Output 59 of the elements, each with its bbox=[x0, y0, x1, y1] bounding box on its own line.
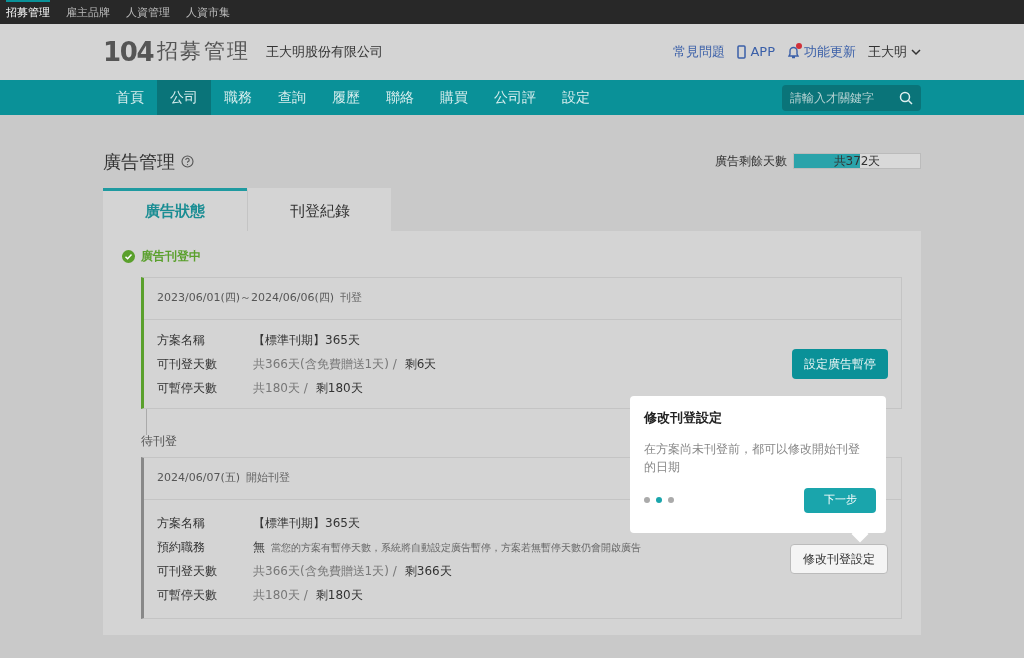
total-days: 共366天(含免費贈送1天) / bbox=[253, 355, 397, 373]
nav-tab[interactable]: 公司 bbox=[157, 80, 211, 115]
header-link[interactable]: 功能更新 bbox=[787, 42, 856, 62]
field-label: 可暫停天數 bbox=[157, 587, 218, 604]
total-days: 共180天 / bbox=[253, 586, 308, 604]
remaining-days: 剩6天 bbox=[404, 355, 437, 373]
remaining-days-label: 廣告剩餘天數 bbox=[715, 153, 787, 170]
date-range: 2023/06/01(四)～2024/06/06(四) bbox=[157, 290, 334, 307]
pause-button[interactable]: 設定廣告暫停 bbox=[792, 349, 888, 379]
section-label: 待刊登 bbox=[141, 433, 177, 450]
tooltip-title: 修改刊登設定 bbox=[644, 409, 723, 427]
status-text: 廣告刊登中 bbox=[141, 248, 201, 265]
header-link[interactable]: APP bbox=[737, 42, 775, 62]
date-note: 開始刊登 bbox=[246, 470, 290, 487]
help-icon[interactable] bbox=[181, 154, 194, 168]
hint-text: 當您的方案有暫停天數，系統將自動設定廣告暫停，方案若無暫停天數仍會開啟廣告 bbox=[271, 540, 641, 555]
company-name: 王大明股份有限公司 bbox=[265, 43, 383, 62]
search-field[interactable]: 請輸入才關鍵字 bbox=[782, 84, 921, 111]
nav-tab[interactable]: 查詢 bbox=[265, 80, 319, 115]
nav-tab[interactable]: 聯絡 bbox=[373, 80, 427, 115]
search-icon[interactable] bbox=[899, 90, 913, 105]
check-circle-icon bbox=[122, 249, 135, 263]
nav-tab[interactable]: 首頁 bbox=[103, 80, 157, 115]
date-note: 刊登 bbox=[339, 290, 362, 307]
field-label: 方案名稱 bbox=[157, 515, 206, 532]
phone-icon bbox=[737, 45, 747, 59]
user-menu[interactable]: 王大明 bbox=[868, 42, 921, 62]
remaining-days: 剩180天 bbox=[315, 586, 363, 604]
field-value: 【標準刊期】365天 bbox=[253, 515, 360, 532]
remaining-days: 剩366天 bbox=[404, 562, 452, 580]
logo[interactable]: 104招募管理 bbox=[103, 32, 250, 72]
tooltip-text: 在方案尚未刊登前，都可以修改開始刊登的日期 bbox=[644, 440, 861, 476]
field-label: 可刊登天數 bbox=[157, 563, 218, 580]
header-link[interactable]: 常見問題 bbox=[673, 42, 726, 62]
top-menu-link[interactable]: 雇主品牌 bbox=[66, 0, 110, 24]
tab[interactable]: 廣告狀態 bbox=[103, 188, 247, 231]
field-value: 【標準刊期】365天 bbox=[253, 332, 360, 349]
field-label: 預約職務 bbox=[157, 539, 206, 556]
tab[interactable]: 刊登紀錄 bbox=[247, 188, 391, 231]
nav-tab[interactable]: 購買 bbox=[427, 80, 481, 115]
total-days: 共366天(含免費贈送1天) / bbox=[253, 562, 397, 580]
top-menu-link[interactable]: 人資管理 bbox=[126, 0, 170, 24]
nav-tab[interactable]: 履歷 bbox=[319, 80, 373, 115]
nav-tab[interactable]: 職務 bbox=[211, 80, 265, 115]
nav-tab[interactable]: 公司評 bbox=[481, 80, 549, 115]
field-label: 可刊登天數 bbox=[157, 356, 218, 373]
chevron-down-icon bbox=[911, 48, 921, 56]
nav-tab[interactable]: 設定 bbox=[549, 80, 603, 115]
field-label: 方案名稱 bbox=[157, 332, 206, 349]
total-days: 共180天 / bbox=[253, 379, 308, 397]
bell-icon bbox=[787, 45, 800, 59]
edit-settings-button[interactable]: 修改刊登設定 bbox=[790, 544, 888, 574]
next-button[interactable]: 下一步 bbox=[804, 487, 876, 513]
field-value: 無 bbox=[253, 539, 265, 556]
top-menu-link[interactable]: 人資市集 bbox=[186, 0, 230, 24]
remaining-days: 剩180天 bbox=[315, 379, 363, 397]
date-range: 2024/06/07(五) bbox=[157, 470, 240, 487]
field-label: 可暫停天數 bbox=[157, 380, 218, 397]
page-title: 廣告管理 bbox=[103, 149, 175, 174]
